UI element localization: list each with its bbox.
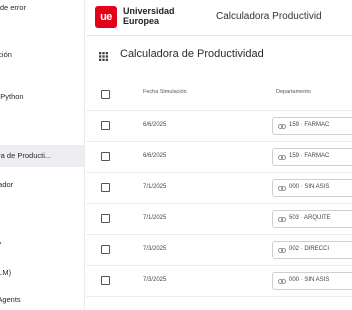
table-row[interactable]: 6/6/2025 159 · FARMAC — [86, 111, 352, 142]
department-field[interactable]: 002 · DIRECCI — [272, 241, 352, 259]
row-checkbox[interactable] — [101, 276, 110, 285]
department-value: 159 · FARMAC — [289, 122, 330, 128]
sidebar-item-label: IA — [0, 231, 84, 253]
table-row[interactable]: 7/3/2025 002 · DIRECCI — [86, 235, 352, 266]
table-header-row: Fecha Simulación Departamento — [86, 80, 352, 111]
sidebar-item-productivity-calculator[interactable]: ora de Producti... — [0, 145, 84, 167]
sidebar-item-label: n Python — [0, 92, 24, 101]
department-field[interactable]: 503 · ARQUITE — [272, 210, 352, 228]
header-title: Calculadora Productivid — [216, 11, 322, 22]
department-value: 000 · SIN ASIS — [289, 277, 330, 283]
link-icon — [278, 186, 286, 191]
row-checkbox[interactable] — [101, 121, 110, 130]
sidebar-item-5[interactable] — [0, 110, 84, 132]
sidebar-item-2[interactable]: l — [0, 19, 84, 41]
logo-line-2: Europea — [123, 16, 160, 26]
sidebar-item-label: dador — [0, 180, 14, 189]
sidebar-item-dador[interactable]: dador — [0, 174, 84, 196]
row-date: 7/1/2025 — [143, 184, 167, 190]
page-title: Calculadora de Productividad — [120, 48, 264, 60]
grid-icon — [99, 52, 108, 61]
sidebar-item-agents[interactable]: l Agents — [0, 289, 84, 310]
department-value: 002 · DIRECCI — [289, 246, 330, 252]
table-row[interactable]: 7/1/2025 000 · SIN ASIS — [86, 173, 352, 204]
row-checkbox[interactable] — [101, 152, 110, 161]
table-row[interactable]: 7/3/2025 000 · SIN ASIS — [86, 266, 352, 297]
university-logo-text: Universidad Europea — [123, 6, 175, 26]
sidebar: s de error l ación n Python ora de Produ… — [0, 0, 85, 310]
university-logo-icon[interactable]: ue — [95, 6, 117, 28]
sidebar-item-llm[interactable]: LLM) — [0, 262, 84, 284]
row-date: 7/1/2025 — [143, 215, 167, 221]
sidebar-item-label: LLM) — [0, 268, 12, 277]
row-checkbox[interactable] — [101, 214, 110, 223]
row-date: 6/6/2025 — [143, 122, 167, 128]
link-icon — [278, 217, 286, 222]
department-value: 503 · ARQUITE — [289, 215, 331, 221]
department-field[interactable]: 159 · FARMAC — [272, 117, 352, 135]
row-date: 7/3/2025 — [143, 246, 167, 252]
department-value: 000 · SIN ASIS — [289, 184, 330, 190]
app-header: ue Universidad Europea Calculadora Produ… — [86, 0, 352, 36]
table-row[interactable]: 6/6/2025 159 · FARMAC — [86, 142, 352, 173]
select-all-checkbox[interactable] — [101, 90, 110, 99]
column-header-date[interactable]: Fecha Simulación — [143, 89, 187, 95]
logo-line-1: Universidad — [123, 6, 175, 16]
department-value: 159 · FARMAC — [289, 153, 330, 159]
sidebar-item-label: s de error — [0, 3, 27, 12]
department-field[interactable]: 159 · FARMAC — [272, 148, 352, 166]
column-header-department[interactable]: Departamento — [276, 89, 311, 95]
sidebar-item-ia[interactable]: IA — [0, 231, 84, 253]
table-row[interactable]: 7/1/2025 503 · ARQUITE — [86, 204, 352, 235]
sidebar-item-errors[interactable]: s de error — [0, 0, 84, 19]
link-icon — [278, 248, 286, 253]
link-icon — [278, 124, 286, 129]
link-icon — [278, 155, 286, 160]
link-icon — [278, 279, 286, 284]
page-title-row: Calculadora de Productividad — [86, 40, 352, 70]
sidebar-item-python[interactable]: n Python — [0, 86, 84, 108]
row-checkbox[interactable] — [101, 183, 110, 192]
sidebar-item-label: l Agents — [0, 295, 21, 304]
sidebar-item-8[interactable] — [0, 204, 84, 226]
row-date: 7/3/2025 — [143, 277, 167, 283]
sidebar-item-label: l — [0, 19, 84, 41]
sidebar-item-label: ora de Producti... — [0, 151, 52, 160]
department-field[interactable]: 000 · SIN ASIS — [272, 179, 352, 197]
sidebar-item-label: ación — [0, 50, 12, 59]
row-date: 6/6/2025 — [143, 153, 167, 159]
department-field[interactable]: 000 · SIN ASIS — [272, 272, 352, 290]
row-checkbox[interactable] — [101, 245, 110, 254]
sidebar-item-ation[interactable]: ación — [0, 44, 84, 66]
